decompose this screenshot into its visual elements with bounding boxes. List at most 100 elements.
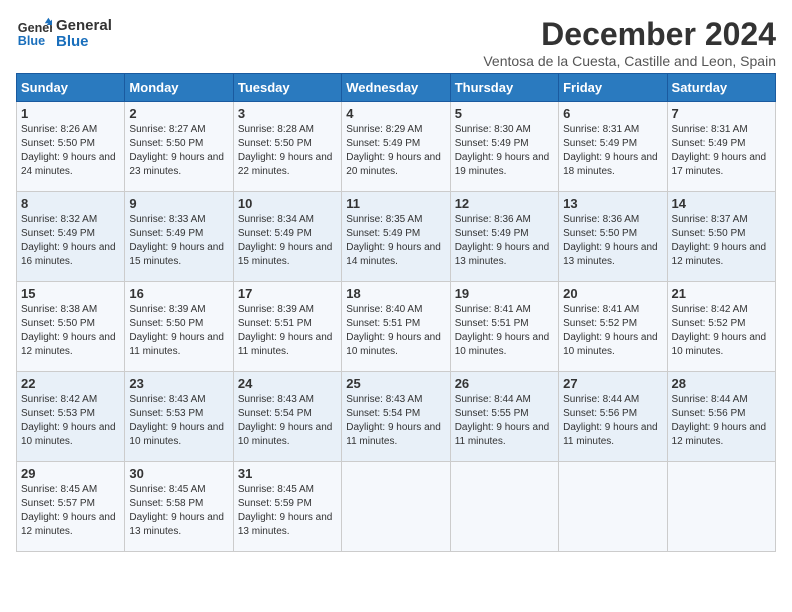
day-number: 6 bbox=[563, 106, 662, 121]
calendar-cell: 28Sunrise: 8:44 AMSunset: 5:56 PMDayligh… bbox=[667, 372, 775, 462]
calendar-cell: 10 Sunrise: 8:34 AMSunset: 5:49 PMDayligh… bbox=[233, 192, 341, 282]
calendar-cell: 2 Sunrise: 8:27 AMSunset: 5:50 PMDaylight… bbox=[125, 102, 233, 192]
calendar-cell: 4 Sunrise: 8:29 AMSunset: 5:49 PMDaylight… bbox=[342, 102, 450, 192]
day-number: 20 bbox=[563, 286, 662, 301]
col-header-saturday: Saturday bbox=[667, 74, 775, 102]
calendar-cell: 24Sunrise: 8:43 AMSunset: 5:54 PMDayligh… bbox=[233, 372, 341, 462]
day-info: Sunrise: 8:34 AMSunset: 5:49 PMDaylight:… bbox=[238, 213, 337, 269]
day-info: Sunrise: 8:32 AMSunset: 5:49 PMDaylight:… bbox=[21, 213, 120, 269]
calendar-cell: 9Sunrise: 8:33 AMSunset: 5:49 PMDaylight… bbox=[125, 192, 233, 282]
day-info: Sunrise: 8:45 AMSunset: 5:58 PMDaylight:… bbox=[129, 483, 228, 539]
day-number: 5 bbox=[455, 106, 554, 121]
calendar-cell: 6 Sunrise: 8:31 AMSunset: 5:49 PMDaylight… bbox=[559, 102, 667, 192]
day-info: Sunrise: 8:38 AMSunset: 5:50 PMDaylight:… bbox=[21, 303, 120, 359]
calendar-cell: 21Sunrise: 8:42 AMSunset: 5:52 PMDayligh… bbox=[667, 282, 775, 372]
calendar-cell: 11 Sunrise: 8:35 AMSunset: 5:49 PMDayligh… bbox=[342, 192, 450, 282]
day-info: Sunrise: 8:31 AMSunset: 5:49 PMDaylight:… bbox=[672, 123, 771, 179]
calendar-cell: 16 Sunrise: 8:39 AMSunset: 5:50 PMDayligh… bbox=[125, 282, 233, 372]
month-title: December 2024 bbox=[483, 16, 776, 53]
day-number: 19 bbox=[455, 286, 554, 301]
day-number: 26 bbox=[455, 376, 554, 391]
day-info: Sunrise: 8:36 AMSunset: 5:49 PMDaylight:… bbox=[455, 213, 554, 269]
calendar-cell: 30 Sunrise: 8:45 AMSunset: 5:58 PMDayligh… bbox=[125, 462, 233, 552]
col-header-friday: Friday bbox=[559, 74, 667, 102]
day-number: 8 bbox=[21, 196, 120, 211]
calendar-cell bbox=[450, 462, 558, 552]
day-info: Sunrise: 8:40 AMSunset: 5:51 PMDaylight:… bbox=[346, 303, 445, 359]
day-number: 16 bbox=[129, 286, 228, 301]
calendar-cell: 15Sunrise: 8:38 AMSunset: 5:50 PMDayligh… bbox=[17, 282, 125, 372]
day-number: 31 bbox=[238, 466, 337, 481]
day-number: 30 bbox=[129, 466, 228, 481]
calendar-cell: 13Sunrise: 8:36 AMSunset: 5:50 PMDayligh… bbox=[559, 192, 667, 282]
svg-text:Blue: Blue bbox=[18, 34, 45, 48]
day-number: 14 bbox=[672, 196, 771, 211]
calendar-cell: 25 Sunrise: 8:43 AMSunset: 5:54 PMDayligh… bbox=[342, 372, 450, 462]
day-number: 2 bbox=[129, 106, 228, 121]
day-number: 22 bbox=[21, 376, 120, 391]
calendar-cell: 17 Sunrise: 8:39 AMSunset: 5:51 PMDayligh… bbox=[233, 282, 341, 372]
calendar-week-row: 29 Sunrise: 8:45 AMSunset: 5:57 PMDayligh… bbox=[17, 462, 776, 552]
calendar-cell: 19 Sunrise: 8:41 AMSunset: 5:51 PMDayligh… bbox=[450, 282, 558, 372]
calendar-cell: 7 Sunrise: 8:31 AMSunset: 5:49 PMDaylight… bbox=[667, 102, 775, 192]
calendar-cell: 31Sunrise: 8:45 AMSunset: 5:59 PMDayligh… bbox=[233, 462, 341, 552]
calendar-cell: 26 Sunrise: 8:44 AMSunset: 5:55 PMDayligh… bbox=[450, 372, 558, 462]
col-header-monday: Monday bbox=[125, 74, 233, 102]
day-info: Sunrise: 8:42 AMSunset: 5:53 PMDaylight:… bbox=[21, 393, 120, 449]
calendar-cell bbox=[342, 462, 450, 552]
day-number: 17 bbox=[238, 286, 337, 301]
col-header-wednesday: Wednesday bbox=[342, 74, 450, 102]
calendar-cell: 23Sunrise: 8:43 AMSunset: 5:53 PMDayligh… bbox=[125, 372, 233, 462]
page-header: General Blue General Blue December 2024 … bbox=[16, 16, 776, 69]
location-subtitle: Ventosa de la Cuesta, Castille and Leon,… bbox=[483, 53, 776, 69]
day-number: 23 bbox=[129, 376, 228, 391]
day-info: Sunrise: 8:39 AMSunset: 5:50 PMDaylight:… bbox=[129, 303, 228, 359]
calendar-header-row: SundayMondayTuesdayWednesdayThursdayFrid… bbox=[17, 74, 776, 102]
day-number: 10 bbox=[238, 196, 337, 211]
day-number: 24 bbox=[238, 376, 337, 391]
day-info: Sunrise: 8:44 AMSunset: 5:55 PMDaylight:… bbox=[455, 393, 554, 449]
day-info: Sunrise: 8:39 AMSunset: 5:51 PMDaylight:… bbox=[238, 303, 337, 359]
calendar-cell: 14Sunrise: 8:37 AMSunset: 5:50 PMDayligh… bbox=[667, 192, 775, 282]
calendar-cell: 20 Sunrise: 8:41 AMSunset: 5:52 PMDayligh… bbox=[559, 282, 667, 372]
day-info: Sunrise: 8:29 AMSunset: 5:49 PMDaylight:… bbox=[346, 123, 445, 179]
day-info: Sunrise: 8:26 AMSunset: 5:50 PMDaylight:… bbox=[21, 123, 120, 179]
day-info: Sunrise: 8:42 AMSunset: 5:52 PMDaylight:… bbox=[672, 303, 771, 359]
logo-line1: General bbox=[56, 18, 112, 35]
day-info: Sunrise: 8:35 AMSunset: 5:49 PMDaylight:… bbox=[346, 213, 445, 269]
day-number: 11 bbox=[346, 196, 445, 211]
logo-line2: Blue bbox=[56, 34, 112, 51]
calendar-cell: 22 Sunrise: 8:42 AMSunset: 5:53 PMDayligh… bbox=[17, 372, 125, 462]
day-info: Sunrise: 8:27 AMSunset: 5:50 PMDaylight:… bbox=[129, 123, 228, 179]
day-number: 25 bbox=[346, 376, 445, 391]
logo-icon: General Blue bbox=[16, 16, 52, 52]
day-number: 9 bbox=[129, 196, 228, 211]
day-info: Sunrise: 8:41 AMSunset: 5:51 PMDaylight:… bbox=[455, 303, 554, 359]
calendar-cell: 12Sunrise: 8:36 AMSunset: 5:49 PMDayligh… bbox=[450, 192, 558, 282]
day-info: Sunrise: 8:44 AMSunset: 5:56 PMDaylight:… bbox=[563, 393, 662, 449]
calendar-cell: 5 Sunrise: 8:30 AMSunset: 5:49 PMDaylight… bbox=[450, 102, 558, 192]
day-number: 4 bbox=[346, 106, 445, 121]
calendar-week-row: 8 Sunrise: 8:32 AMSunset: 5:49 PMDaylight… bbox=[17, 192, 776, 282]
col-header-tuesday: Tuesday bbox=[233, 74, 341, 102]
title-area: December 2024 Ventosa de la Cuesta, Cast… bbox=[483, 16, 776, 69]
day-number: 27 bbox=[563, 376, 662, 391]
logo: General Blue General Blue bbox=[16, 16, 112, 52]
col-header-sunday: Sunday bbox=[17, 74, 125, 102]
day-info: Sunrise: 8:43 AMSunset: 5:54 PMDaylight:… bbox=[346, 393, 445, 449]
calendar-cell: 8 Sunrise: 8:32 AMSunset: 5:49 PMDaylight… bbox=[17, 192, 125, 282]
calendar-table: SundayMondayTuesdayWednesdayThursdayFrid… bbox=[16, 73, 776, 552]
day-number: 29 bbox=[21, 466, 120, 481]
calendar-cell bbox=[559, 462, 667, 552]
calendar-cell bbox=[667, 462, 775, 552]
day-number: 13 bbox=[563, 196, 662, 211]
calendar-cell: 3Sunrise: 8:28 AMSunset: 5:50 PMDaylight… bbox=[233, 102, 341, 192]
day-number: 1 bbox=[21, 106, 120, 121]
calendar-week-row: 1 Sunrise: 8:26 AMSunset: 5:50 PMDaylight… bbox=[17, 102, 776, 192]
day-info: Sunrise: 8:45 AMSunset: 5:57 PMDaylight:… bbox=[21, 483, 120, 539]
day-info: Sunrise: 8:31 AMSunset: 5:49 PMDaylight:… bbox=[563, 123, 662, 179]
day-info: Sunrise: 8:30 AMSunset: 5:49 PMDaylight:… bbox=[455, 123, 554, 179]
day-info: Sunrise: 8:41 AMSunset: 5:52 PMDaylight:… bbox=[563, 303, 662, 359]
calendar-week-row: 22 Sunrise: 8:42 AMSunset: 5:53 PMDayligh… bbox=[17, 372, 776, 462]
day-number: 7 bbox=[672, 106, 771, 121]
